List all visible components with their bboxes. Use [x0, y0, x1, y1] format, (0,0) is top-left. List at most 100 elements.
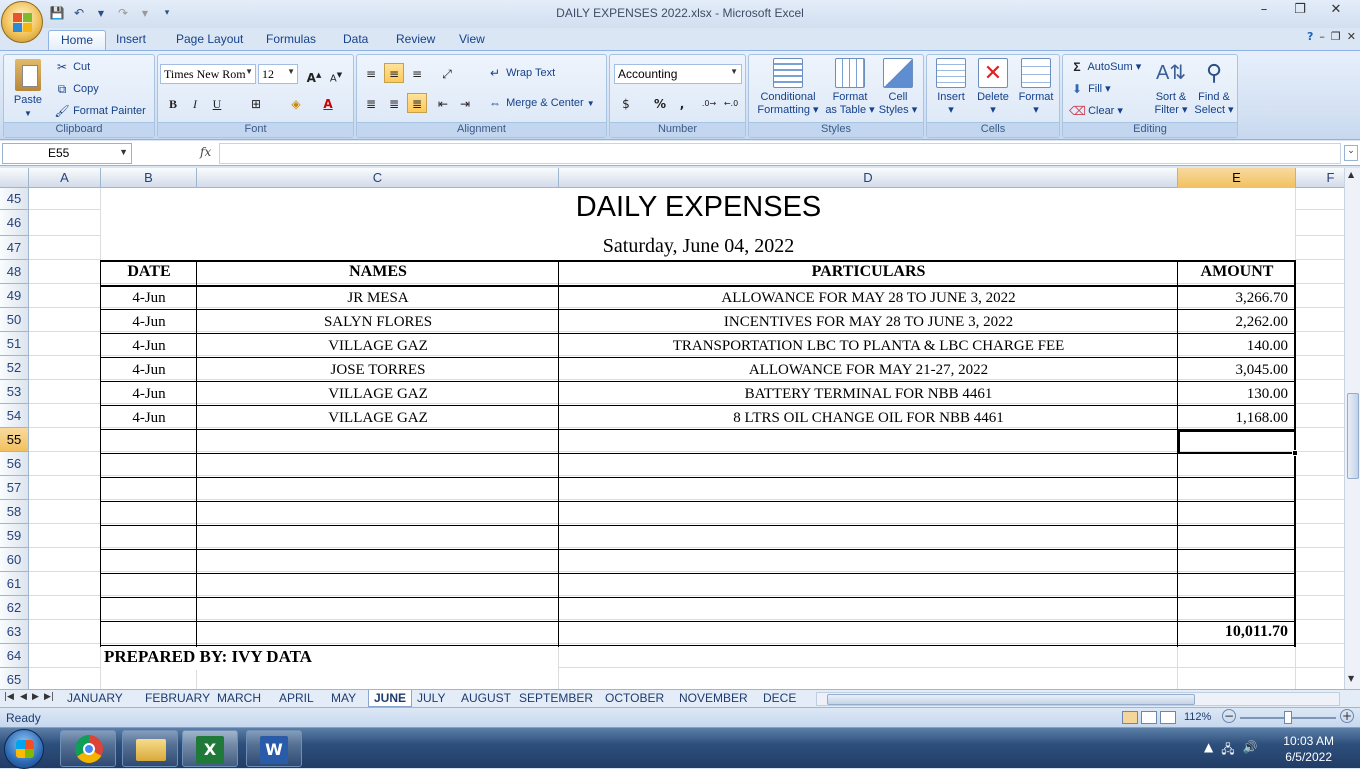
row-header-63[interactable]: 63 [0, 620, 29, 644]
comma-button[interactable]: , [672, 93, 692, 113]
align-top-icon[interactable]: ≡ [361, 63, 381, 83]
fill-color-icon[interactable]: ◈ [286, 93, 306, 113]
row-header-62[interactable]: 62 [0, 596, 29, 620]
page-layout-view-icon[interactable] [1141, 711, 1157, 724]
tab-review[interactable]: Review [384, 30, 447, 51]
workbook-restore-button[interactable]: ❐ [1331, 30, 1341, 43]
volume-icon[interactable]: 🔊 [1243, 740, 1258, 761]
last-sheet-icon[interactable]: ▶| [44, 692, 54, 702]
sort-filter-button[interactable]: A⇅ Sort & Filter ▾ [1151, 58, 1191, 117]
conditional-formatting-button[interactable]: Conditional Formatting ▾ [753, 58, 823, 117]
sheet-tab-january[interactable]: JANUARY [62, 690, 128, 707]
sheet-tab-september[interactable]: SEPTEMBER [514, 690, 598, 707]
align-bottom-icon[interactable]: ≡ [407, 63, 427, 83]
zoom-level[interactable]: 112% [1184, 711, 1211, 723]
name-box[interactable]: E55 ▼ [2, 143, 132, 164]
column-header-f[interactable]: F [1296, 168, 1344, 188]
taskbar-explorer[interactable] [122, 730, 178, 767]
taskbar-chrome[interactable] [60, 730, 116, 767]
fill-handle[interactable] [1292, 450, 1298, 456]
fill-button[interactable]: ⬇ Fill ▾ [1069, 81, 1111, 97]
sheet-tab-july[interactable]: JULY [412, 690, 450, 707]
paste-button[interactable]: Paste ▼ [8, 59, 48, 120]
scroll-up-icon[interactable]: ▲ [1348, 170, 1354, 179]
row-header-60[interactable]: 60 [0, 548, 29, 572]
tab-home[interactable]: Home [48, 30, 107, 51]
tab-page-layout[interactable]: Page Layout [164, 30, 255, 51]
taskbar-excel[interactable]: X [182, 730, 238, 767]
currency-icon[interactable]: $ [616, 93, 636, 113]
row-header-49[interactable]: 49 [0, 284, 29, 308]
increase-decimal-icon[interactable]: .0→ [699, 93, 719, 113]
orientation-icon[interactable]: ⤢ [437, 63, 457, 83]
insert-function-icon[interactable]: fx [200, 145, 211, 159]
zoom-out-icon[interactable]: − [1222, 709, 1236, 723]
decrease-indent-icon[interactable]: ⇤ [433, 93, 453, 113]
shrink-font-button[interactable]: A▼ [326, 64, 346, 84]
prev-sheet-icon[interactable]: ◀ [20, 692, 27, 702]
find-select-button[interactable]: ⚲ Find & Select ▾ [1193, 58, 1235, 117]
clock[interactable]: 10:03 AM 6/5/2022 [1283, 733, 1334, 765]
autosum-button[interactable]: Σ AutoSum ▾ [1069, 59, 1141, 75]
column-header-b[interactable]: B [101, 168, 197, 188]
row-header-65[interactable]: 65 [0, 668, 29, 689]
delete-cells-button[interactable]: ✕ Delete ▾ [973, 58, 1013, 117]
tab-formulas[interactable]: Formulas [254, 30, 328, 51]
format-as-table-button[interactable]: Format as Table ▾ [825, 58, 875, 117]
percent-button[interactable]: % [650, 93, 670, 113]
next-sheet-icon[interactable]: ▶ [32, 692, 39, 702]
cell-styles-button[interactable]: Cell Styles ▾ [877, 58, 919, 117]
formula-input[interactable] [219, 143, 1341, 164]
sheet-tab-march[interactable]: MARCH [212, 690, 266, 707]
row-header-58[interactable]: 58 [0, 500, 29, 524]
horizontal-scrollbar[interactable] [816, 692, 1340, 706]
active-cell-e55[interactable] [1178, 430, 1296, 454]
row-header-51[interactable]: 51 [0, 332, 29, 356]
horizontal-scroll-thumb[interactable] [827, 694, 1195, 705]
wrap-text-button[interactable]: ↵ Wrap Text [487, 65, 555, 81]
select-all-button[interactable] [0, 168, 29, 188]
font-color-icon[interactable]: A [318, 93, 338, 113]
align-center-icon[interactable]: ≣ [384, 93, 404, 113]
column-header-a[interactable]: A [29, 168, 101, 188]
align-left-icon[interactable]: ≣ [361, 93, 381, 113]
row-header-48[interactable]: 48 [0, 260, 29, 284]
row-header-53[interactable]: 53 [0, 380, 29, 404]
font-name-select[interactable]: Times New Rom ▼ [160, 64, 256, 84]
row-header-45[interactable]: 45 [0, 188, 29, 210]
column-header-e[interactable]: E [1178, 168, 1296, 188]
column-header-d[interactable]: D [559, 168, 1178, 188]
sheet-tab-october[interactable]: OCTOBER [600, 690, 669, 707]
align-right-icon[interactable]: ≣ [407, 93, 427, 113]
tab-view[interactable]: View [447, 30, 497, 51]
normal-view-icon[interactable] [1122, 711, 1138, 724]
sheet-tab-june[interactable]: JUNE [368, 690, 413, 707]
minimize-button[interactable]: – [1246, 2, 1282, 22]
row-header-64[interactable]: 64 [0, 644, 29, 668]
zoom-in-icon[interactable]: + [1340, 709, 1354, 723]
page-break-view-icon[interactable] [1160, 711, 1176, 724]
sheet-tab-february[interactable]: FEBRUARY [140, 690, 215, 707]
grow-font-button[interactable]: A▲ [304, 64, 324, 85]
row-header-46[interactable]: 46 [0, 210, 29, 236]
row-header-47[interactable]: 47 [0, 236, 29, 260]
row-header-54[interactable]: 54 [0, 404, 29, 428]
taskbar-word[interactable]: W [246, 730, 302, 767]
copy-button[interactable]: ⧉ Copy [54, 81, 99, 97]
zoom-slider-thumb[interactable] [1284, 711, 1292, 724]
sheet-tab-may[interactable]: MAY [326, 690, 361, 707]
network-icon[interactable]: 🖧 [1221, 740, 1234, 761]
increase-indent-icon[interactable]: ⇥ [455, 93, 475, 113]
align-middle-icon[interactable]: ≡ [384, 63, 404, 83]
restore-button[interactable]: ❐ [1282, 2, 1318, 22]
italic-button[interactable]: I [185, 93, 205, 113]
sheet-tab-april[interactable]: APRIL [274, 690, 319, 707]
underline-button[interactable]: U [207, 93, 227, 113]
row-header-50[interactable]: 50 [0, 308, 29, 332]
worksheet-grid[interactable]: A B C D E F 45 46 47 48 49 50 51 52 53 54 55 56 57 58… [0, 168, 1344, 689]
row-header-56[interactable]: 56 [0, 452, 29, 476]
row-header-55[interactable]: 55 [0, 428, 29, 452]
expand-formula-bar-icon[interactable]: ⌄ [1344, 145, 1358, 161]
vertical-scrollbar[interactable]: ▲ ▼ [1344, 168, 1360, 689]
workbook-close-button[interactable]: ✕ [1347, 30, 1356, 43]
